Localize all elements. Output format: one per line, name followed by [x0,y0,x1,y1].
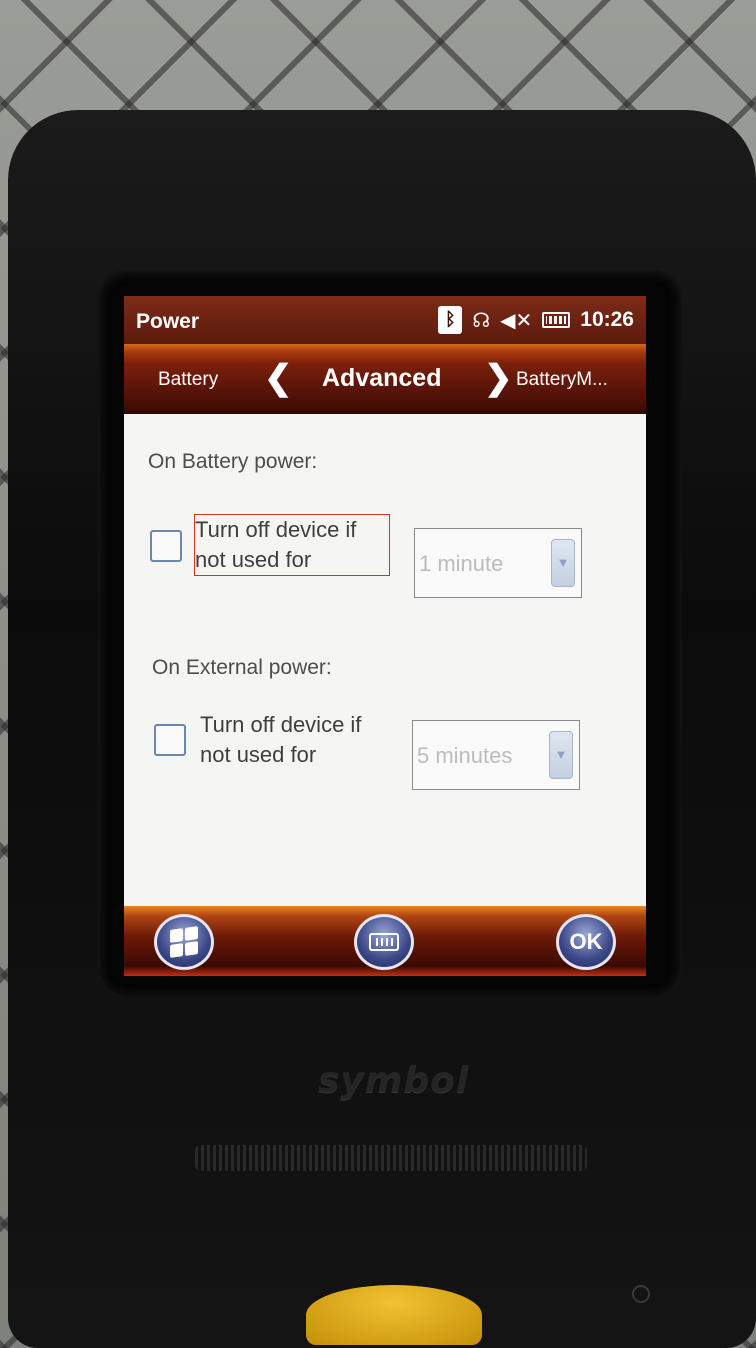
device-screen: Power ᛒ ☊ ◀✕ 10:26 Battery ❮ Advanced ❯ … [124,296,646,976]
battery-power-label: On Battery power: [148,450,318,473]
keyboard-button[interactable] [354,914,414,970]
device-brand: symbol [318,1060,470,1101]
external-power-label: On External power: [152,656,332,679]
soft-key-bar: OK [124,906,646,976]
status-bar: Power ᛒ ☊ ◀✕ 10:26 [124,296,646,344]
bluetooth-icon[interactable]: ᛒ [438,306,463,334]
battery-timeout-dropdown[interactable]: 1 minute ▼ [414,528,582,598]
clock[interactable]: 10:26 [580,308,634,332]
speaker-grille [195,1145,587,1171]
power-indicator-icon [632,1285,650,1303]
windows-start-icon [170,926,198,958]
tab-navigation: Battery ❮ Advanced ❯ BatteryM... [124,344,646,414]
battery-icon[interactable] [542,312,571,328]
volume-muted-icon[interactable]: ◀✕ [500,306,532,334]
keyboard-icon [369,933,399,951]
tab-advanced[interactable]: Advanced [322,364,441,393]
tab-battery-management[interactable]: BatteryM... [516,369,608,391]
tab-battery[interactable]: Battery [158,369,218,391]
ok-button[interactable]: OK [556,914,616,970]
chevron-right-icon[interactable]: ❯ [484,358,513,398]
external-timeout-value: 5 minutes [417,743,513,768]
status-icons: ᛒ ☊ ◀✕ 10:26 [438,306,634,334]
connectivity-icon[interactable]: ☊ [472,306,490,334]
windows-start-button[interactable] [154,914,214,970]
settings-content: On Battery power: Turn off device if not… [124,414,646,906]
chevron-down-icon[interactable]: ▼ [551,539,575,587]
battery-turn-off-label[interactable]: Turn off device if not used for [194,514,390,576]
external-turn-off-label[interactable]: Turn off device if not used for [200,710,394,770]
chevron-left-icon[interactable]: ❮ [264,358,293,398]
external-timeout-dropdown[interactable]: 5 minutes ▼ [412,720,580,790]
chevron-down-icon[interactable]: ▼ [549,731,573,779]
battery-turn-off-checkbox[interactable] [150,530,182,562]
battery-timeout-value: 1 minute [419,551,504,576]
app-title: Power [136,310,200,333]
external-turn-off-checkbox[interactable] [154,724,186,756]
scan-trigger-button[interactable] [306,1285,482,1345]
ok-button-label: OK [569,929,603,954]
